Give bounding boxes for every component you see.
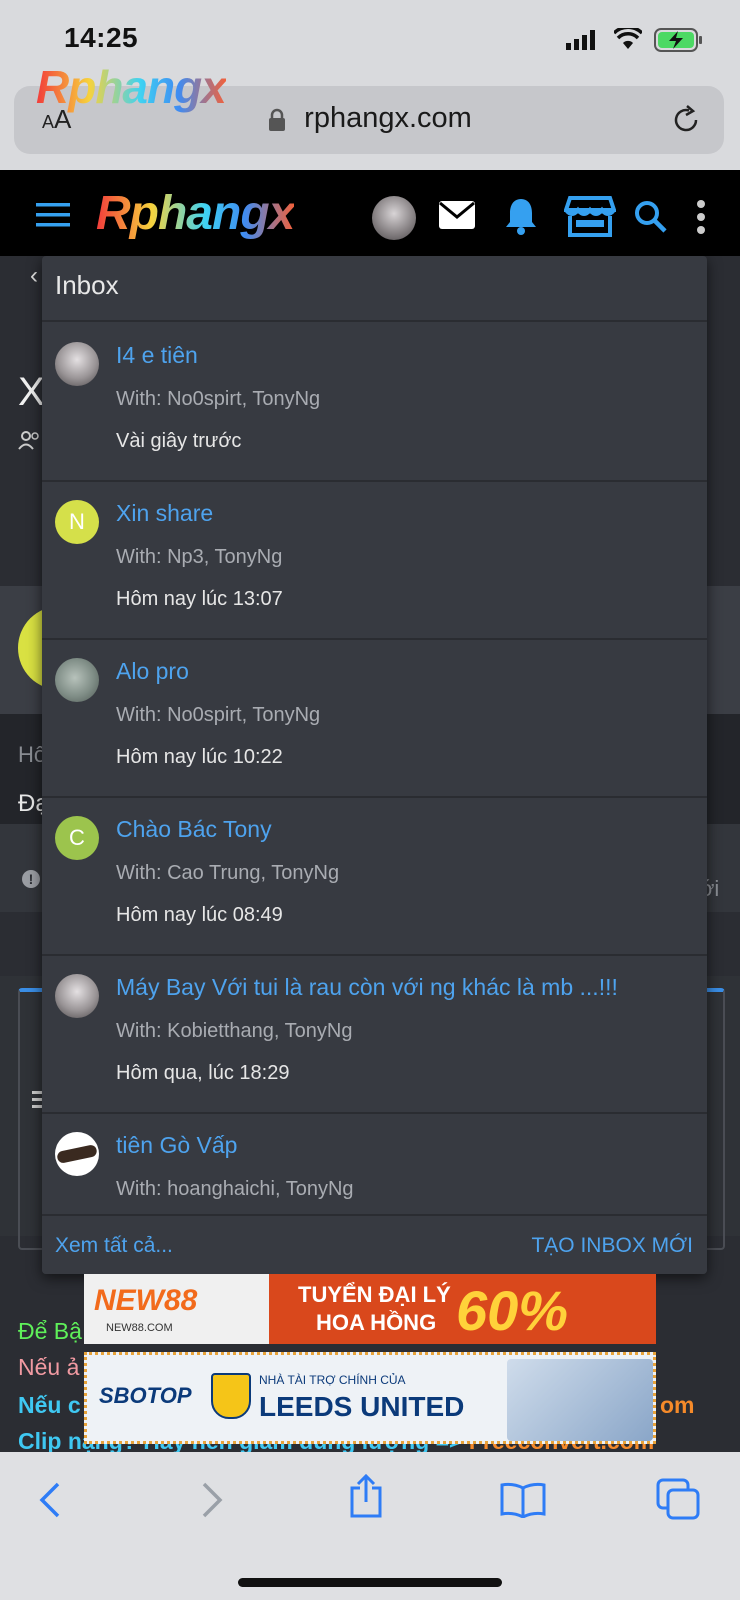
- inbox-message-item[interactable]: N Xin share With: Np3, TonyNg Hôm nay lú…: [42, 480, 707, 640]
- players-photo: [507, 1359, 653, 1441]
- home-indicator: [238, 1578, 502, 1587]
- tabs-icon[interactable]: [656, 1478, 700, 1525]
- bookmarks-icon[interactable]: [500, 1482, 546, 1523]
- message-participants: With: No0spirt, TonyNg: [116, 388, 321, 410]
- inbox-message-item[interactable]: I4 e tiên With: No0spirt, TonyNg Vài giâ…: [42, 322, 707, 482]
- hamburger-menu-icon[interactable]: [36, 202, 70, 233]
- user-avatar[interactable]: [372, 196, 416, 240]
- ad-banner-new88[interactable]: NEW88 NEW88.COM TUYỂN ĐẠI LÝ HOA HỒNG 60…: [84, 1274, 656, 1344]
- inbox-footer: Xem tất cả... TẠO INBOX MỚI: [42, 1214, 707, 1274]
- message-time: Hôm nay lúc 13:07: [116, 588, 283, 610]
- more-options-icon[interactable]: [696, 200, 706, 239]
- signal-icon: [566, 30, 596, 55]
- site-logo[interactable]: Rphangx: [96, 186, 295, 241]
- inbox-message-item[interactable]: Alo pro With: No0spirt, TonyNg Hôm nay l…: [42, 638, 707, 798]
- message-participants: With: No0spirt, TonyNg: [116, 704, 321, 726]
- back-icon[interactable]: [38, 1482, 62, 1523]
- bell-icon[interactable]: [504, 196, 538, 241]
- users-icon: [18, 430, 42, 455]
- message-avatar[interactable]: C: [55, 816, 99, 860]
- site-logo-overlay: Rphangx: [36, 61, 227, 113]
- background-text-pink: Nếu ả: [18, 1354, 80, 1380]
- message-time: Hôm nay lúc 10:22: [116, 746, 283, 768]
- message-avatar[interactable]: [55, 342, 99, 386]
- inbox-message-item[interactable]: C Chào Bác Tony With: Cao Trung, TonyNg …: [42, 796, 707, 956]
- message-avatar[interactable]: [55, 974, 99, 1018]
- message-participants: With: Kobietthang, TonyNg: [116, 1020, 353, 1042]
- battery-charging-icon: [654, 28, 704, 57]
- inbox-header: Inbox: [42, 256, 707, 322]
- background-text-green: Để Bậ: [18, 1318, 82, 1344]
- inbox-message-item[interactable]: Máy Bay Với tui là rau còn với ng khác l…: [42, 954, 707, 1114]
- inbox-dropdown: Inbox I4 e tiên With: No0spirt, TonyNg V…: [42, 256, 707, 1274]
- reload-icon[interactable]: [670, 104, 702, 141]
- inbox-title: Inbox: [55, 270, 119, 300]
- message-avatar[interactable]: N: [55, 500, 99, 544]
- message-time: Hôm nay lúc 08:49: [116, 904, 283, 926]
- back-chevron-icon[interactable]: ‹: [30, 262, 38, 290]
- ad1-line2: HOA HỒNG: [316, 1310, 437, 1335]
- ad1-percent: 60%: [456, 1279, 569, 1342]
- snickers-logo-icon: [56, 1143, 98, 1165]
- leeds-crest-icon: [211, 1373, 251, 1419]
- ad2-sponsor: NHÀ TÀI TRỢ CHÍNH CỦA: [259, 1373, 406, 1387]
- message-title[interactable]: Xin share: [116, 500, 213, 527]
- message-participants: With: hoanghaichi, TonyNg: [116, 1178, 354, 1200]
- message-title[interactable]: Alo pro: [116, 658, 189, 685]
- message-title[interactable]: Chào Bác Tony: [116, 816, 272, 843]
- message-participants: With: Np3, TonyNg: [116, 546, 283, 568]
- wifi-icon: [612, 25, 644, 55]
- ad2-brand: SBOTOP: [99, 1383, 192, 1408]
- message-participants: With: Cao Trung, TonyNg: [116, 862, 340, 884]
- new-inbox-button[interactable]: TẠO INBOX MỚI: [531, 1234, 693, 1258]
- message-avatar[interactable]: [55, 1132, 99, 1176]
- ad1-brand: NEW88: [94, 1284, 198, 1317]
- message-time: Vài giây trước: [116, 430, 242, 452]
- search-icon[interactable]: [634, 200, 668, 239]
- ad2-club: LEEDS UNITED: [259, 1391, 465, 1422]
- message-title[interactable]: Máy Bay Với tui là rau còn với ng khác l…: [116, 974, 618, 1001]
- background-text-orange-right: om: [660, 1392, 695, 1418]
- message-title[interactable]: tiên Gò Vấp: [116, 1132, 237, 1159]
- forward-icon[interactable]: [200, 1482, 224, 1523]
- ad1-line1: TUYỂN ĐẠI LÝ: [298, 1282, 451, 1307]
- thread-title-fragment: X: [18, 370, 45, 414]
- ad-banner-sbotop[interactable]: SBOTOP NHÀ TÀI TRỢ CHÍNH CỦA LEEDS UNITE…: [84, 1352, 656, 1444]
- message-time: Hôm qua, lúc 18:29: [116, 1062, 290, 1084]
- status-time: 14:25: [64, 22, 139, 53]
- store-icon[interactable]: [563, 194, 617, 243]
- message-title[interactable]: I4 e tiên: [116, 342, 198, 369]
- ad1-sub: NEW88.COM: [106, 1322, 173, 1334]
- share-icon[interactable]: [348, 1473, 384, 1523]
- alert-icon: !: [22, 870, 40, 888]
- message-avatar[interactable]: [55, 658, 99, 702]
- background-text-cyan: Nếu c: [18, 1392, 81, 1418]
- view-all-link[interactable]: Xem tất cả...: [55, 1234, 173, 1258]
- mail-icon[interactable]: [438, 200, 476, 235]
